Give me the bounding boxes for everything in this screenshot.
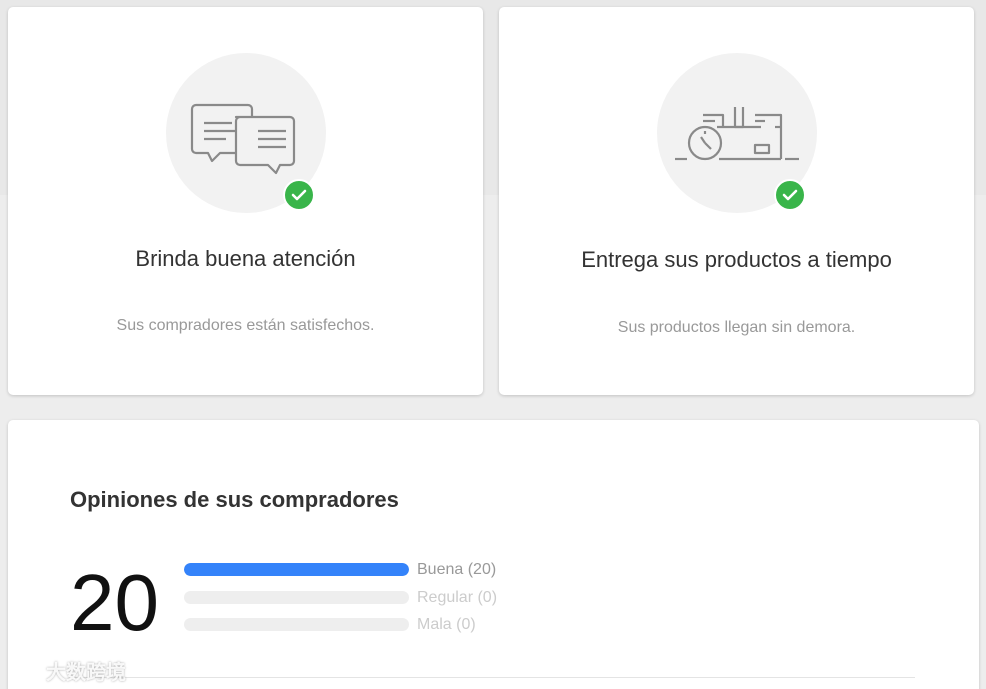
- opinions-title: Opiniones de sus compradores: [70, 487, 399, 512]
- rating-bars: Buena (20) Regular (0) Mala (0): [184, 559, 544, 642]
- check-icon: [291, 189, 306, 201]
- rating-label: Mala (0): [417, 616, 476, 633]
- rating-row-good[interactable]: Buena (20): [184, 559, 544, 587]
- rating-label: Buena (20): [417, 561, 497, 578]
- rating-bar-fill: [184, 563, 409, 576]
- check-badge: [773, 179, 806, 211]
- watermark: 大数跨境: [8, 656, 126, 685]
- rating-label: Regular (0): [417, 588, 498, 606]
- watermark-logo-icon: [8, 660, 42, 682]
- opinions-card: Opiniones de sus compradores 20 Buena (2…: [8, 420, 979, 689]
- attention-card: Brinda buena atención Sus compradores es…: [8, 7, 483, 395]
- card-title: Entrega sus productos a tiempo: [581, 247, 892, 272]
- card-title: Brinda buena atención: [135, 246, 356, 271]
- rating-bar-track: [184, 563, 409, 576]
- rating-row-regular[interactable]: Regular (0): [184, 587, 544, 615]
- divider: [70, 677, 915, 678]
- opinions-total: 20: [70, 558, 159, 647]
- rating-bar-track: [184, 590, 409, 604]
- watermark-text: 大数跨境: [46, 662, 126, 684]
- card-subtitle: Sus productos llegan sin demora.: [617, 319, 856, 336]
- delivery-icon-circle: [656, 53, 817, 213]
- check-icon: [782, 189, 797, 201]
- attention-icon-circle: [165, 53, 326, 213]
- rating-row-bad[interactable]: Mala (0): [184, 614, 544, 642]
- delivery-card: Entrega sus productos a tiempo Sus produ…: [499, 7, 974, 395]
- card-subtitle: Sus compradores están satisfechos.: [116, 317, 375, 334]
- check-badge: [282, 179, 315, 211]
- rating-bar-track: [184, 618, 409, 631]
